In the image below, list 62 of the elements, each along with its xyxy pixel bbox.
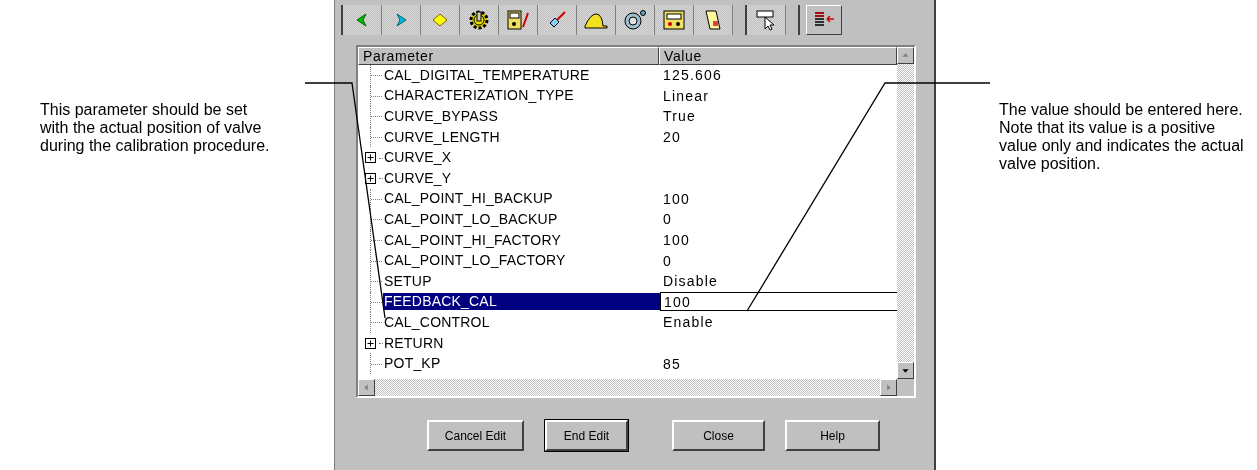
tree-item[interactable]: SETUP [383, 272, 660, 290]
scroll-down-icon[interactable] [897, 362, 914, 379]
bell-icon [623, 9, 647, 31]
column-header[interactable]: Value [659, 47, 897, 65]
tree-item[interactable]: CHARACTERIZATION_TYPE [383, 87, 660, 105]
table-cell-text: Enable [662, 314, 714, 331]
multimeter-icon [506, 9, 530, 31]
table-cell-text: 20 [662, 129, 681, 146]
table-cell-text: 0 [662, 211, 672, 228]
tree-item[interactable]: CAL_POINT_HI_BACKUP [383, 190, 660, 208]
table-cell-text: 85 [662, 355, 681, 372]
scrollbar-corner [897, 379, 914, 396]
vertical-scrollbar[interactable] [897, 47, 914, 379]
table-cell-text: Linear [662, 87, 710, 104]
tree-item[interactable]: FEEDBACK_CAL [383, 293, 660, 311]
table-cell-text: 0 [662, 252, 672, 269]
diamond-icon [432, 13, 448, 27]
tree-item[interactable]: RETURN [383, 334, 660, 352]
toolbar-button[interactable] [655, 5, 694, 35]
expand-icon[interactable] [365, 152, 376, 164]
toolbar-button[interactable] [694, 5, 733, 35]
tree-item[interactable]: CAL_POINT_LO_BACKUP [383, 210, 660, 228]
tree-item[interactable]: CURVE_Y [383, 169, 660, 187]
scroll-icon [702, 9, 724, 31]
table-cell-text: 100 [662, 232, 690, 249]
toolbar-button[interactable] [577, 5, 616, 35]
tree-item[interactable]: CAL_DIGITAL_TEMPERATURE [383, 66, 660, 84]
list-arrow-icon [813, 11, 835, 29]
callout-text: The value should be entered here. Note that its value is a positive value only and indicates the actual valve position. [999, 101, 1245, 173]
expand-icon[interactable] [365, 172, 376, 184]
table-cell-text: 125.606 [662, 67, 722, 84]
dialog-button[interactable]: End Edit [545, 420, 628, 451]
scroll-left-icon[interactable] [358, 379, 375, 396]
tree-item[interactable]: CAL_POINT_LO_FACTORY [383, 252, 660, 270]
toolbar-button[interactable] [616, 5, 655, 35]
horizontal-scrollbar[interactable] [358, 379, 897, 396]
value-input[interactable]: 100 [660, 292, 897, 312]
gear-icon [467, 9, 491, 31]
meter-panel-icon [662, 9, 686, 31]
dialog-button[interactable]: Cancel Edit [427, 420, 524, 451]
table-cell-text: Disable [662, 273, 719, 290]
column-header[interactable]: Parameter [358, 47, 659, 65]
tree-item[interactable]: POT_KP [383, 355, 660, 373]
left-arrow-icon [354, 13, 370, 27]
dialog-button[interactable]: Close [672, 420, 765, 451]
toolbar-button[interactable] [460, 5, 499, 35]
tree-item[interactable]: CAL_CONTROL [383, 313, 660, 331]
toolbar-button[interactable] [747, 5, 786, 35]
dialog-button[interactable]: Help [785, 420, 880, 451]
cursor-icon [755, 9, 777, 31]
scroll-up-icon[interactable] [897, 47, 914, 64]
expand-icon[interactable] [365, 337, 376, 349]
mound-icon [583, 10, 609, 30]
scroll-right-icon[interactable] [880, 379, 897, 396]
right-arrow-icon [393, 13, 409, 27]
callout-text: This parameter should be set with the actual position of valve during the calibration procedure. [40, 101, 271, 155]
table-cell-text: 100 [662, 190, 690, 207]
tree-item[interactable]: CURVE_X [383, 149, 660, 167]
tree-item[interactable]: CURVE_BYPASS [383, 108, 660, 125]
tree-item[interactable]: CURVE_LENGTH [383, 128, 660, 146]
tree-item[interactable]: CAL_POINT_HI_FACTORY [383, 231, 660, 249]
table-cell-text: True [662, 108, 697, 125]
